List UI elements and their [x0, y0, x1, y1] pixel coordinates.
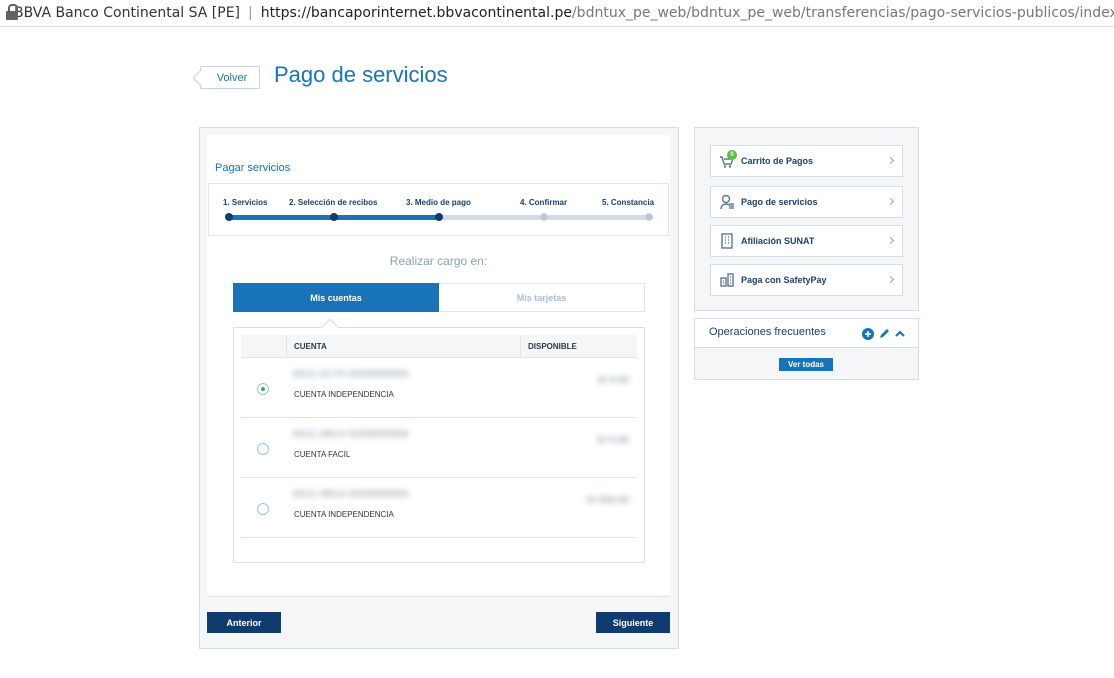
- accounts-table-container: CUENTA DISPONIBLE 0011-0170-0200000000 C…: [233, 327, 645, 563]
- building-icon: [719, 233, 735, 249]
- quick-links-panel: 0 Carrito de Pagos Pago de servicios Afi…: [694, 127, 919, 311]
- account-type: CUENTA INDEPENDENCIA: [294, 390, 394, 399]
- table-row[interactable]: 0011-0814-0200000000 CUENTA INDEPENDENCI…: [241, 478, 637, 538]
- sidebar-item-label: Carrito de Pagos: [741, 156, 814, 166]
- account-balance: S/ 000.00: [586, 495, 629, 506]
- account-number: 0011-0814-0200000000: [293, 489, 410, 500]
- account-type: CUENTA FACIL: [294, 450, 351, 459]
- back-button-label: Volver: [216, 71, 248, 84]
- next-button[interactable]: Siguiente: [596, 612, 670, 633]
- accounts-table: CUENTA DISPONIBLE 0011-0170-0200000000 C…: [241, 335, 637, 538]
- step-2-dot: [330, 213, 338, 221]
- edit-pencil-icon[interactable]: [878, 327, 890, 339]
- account-balance: S/ 0.00: [597, 435, 629, 446]
- table-row[interactable]: 0011-0170-0200000000 CUENTA INDEPENDENCI…: [241, 358, 637, 418]
- sidebar-item-label: Afiliación SUNAT: [741, 236, 815, 246]
- address-separator: |: [248, 5, 253, 21]
- step-1-dot: [225, 213, 233, 221]
- sidebar-item-safetypay[interactable]: Paga con SafetyPay: [710, 264, 903, 296]
- chevron-right-icon: [886, 197, 895, 206]
- table-header: CUENTA DISPONIBLE: [241, 335, 637, 358]
- sidebar-item-carrito[interactable]: 0 Carrito de Pagos: [710, 145, 903, 177]
- safetypay-icon: [719, 272, 735, 288]
- tab-mis-tarjetas[interactable]: Mis tarjetas: [439, 283, 645, 312]
- service-icon: [719, 194, 735, 210]
- account-radio-selected[interactable]: [257, 383, 269, 395]
- sidebar-item-label: Pago de servicios: [741, 197, 818, 207]
- url-path: /bdntux_pe_web/bdntux_pe_web/transferenc…: [571, 5, 1114, 21]
- frequent-operations-header: Operaciones frecuentes: [695, 319, 918, 348]
- account-balance: S/ 0.00: [597, 375, 629, 386]
- url-host: https://bancaporinternet.bbvacontinental…: [260, 5, 572, 21]
- column-header-cuenta: CUENTA: [286, 335, 520, 358]
- charge-to-label: Realizar cargo en:: [389, 254, 488, 268]
- frequent-operations-panel: Operaciones frecuentes Ver todas: [694, 318, 919, 380]
- table-row[interactable]: 0011-0814-0200000000 CUENTA FACIL S/ 0.0…: [241, 418, 637, 478]
- cart-icon: 0: [719, 150, 737, 169]
- previous-button[interactable]: Anterior: [207, 612, 281, 633]
- step-4-label: 4. Confirmar: [520, 198, 568, 207]
- frequent-operations-title: Operaciones frecuentes: [709, 326, 826, 338]
- account-number: 0011-0814-0200000000: [293, 429, 410, 440]
- account-radio[interactable]: [257, 443, 269, 455]
- payment-panel: Pagar servicios 1. Servicios 2. Selecció…: [199, 127, 679, 649]
- step-5-label: 5. Constancia: [602, 198, 655, 207]
- account-type: CUENTA INDEPENDENCIA: [294, 510, 394, 519]
- view-all-button[interactable]: Ver todas: [779, 358, 833, 371]
- column-header-disponible: DISPONIBLE: [520, 335, 637, 358]
- back-button[interactable]: Volver: [200, 66, 260, 89]
- footer-divider: [207, 596, 670, 597]
- sidebar-item-pago-servicios[interactable]: Pago de servicios: [710, 186, 903, 218]
- sidebar-item-afiliacion-sunat[interactable]: Afiliación SUNAT: [710, 225, 903, 257]
- add-circle-icon[interactable]: [862, 327, 874, 340]
- chevron-right-icon: [886, 275, 895, 284]
- progress-stepper: 1. Servicios 2. Selección de recibos 3. …: [208, 183, 669, 236]
- sidebar-item-label: Paga con SafetyPay: [741, 275, 827, 285]
- step-3-dot: [435, 213, 443, 221]
- section-title: Pagar servicios: [215, 162, 291, 174]
- chevron-right-icon: [886, 156, 895, 165]
- site-identity: BBVA Banco Continental SA [PE]: [14, 5, 241, 21]
- step-2-label: 2. Selección de recibos: [289, 198, 378, 207]
- account-number: 0011-0170-0200000000: [293, 369, 410, 380]
- payment-panel-body: Pagar servicios 1. Servicios 2. Selecció…: [207, 135, 670, 595]
- step-4-dot: [540, 213, 548, 221]
- address-bar[interactable]: BBVA Banco Continental SA [PE] | https:/…: [0, 0, 1114, 27]
- account-radio[interactable]: [257, 503, 269, 515]
- cart-count-badge: 0: [727, 150, 737, 160]
- chevron-right-icon: [886, 236, 895, 245]
- step-1-label: 1. Servicios: [223, 198, 268, 207]
- tab-mis-cuentas[interactable]: Mis cuentas: [233, 283, 439, 312]
- step-3-label: 3. Medio de pago: [406, 198, 471, 207]
- page-title: Pago de servicios: [274, 62, 448, 87]
- step-5-dot: [645, 213, 653, 221]
- chevron-up-icon[interactable]: [894, 327, 906, 339]
